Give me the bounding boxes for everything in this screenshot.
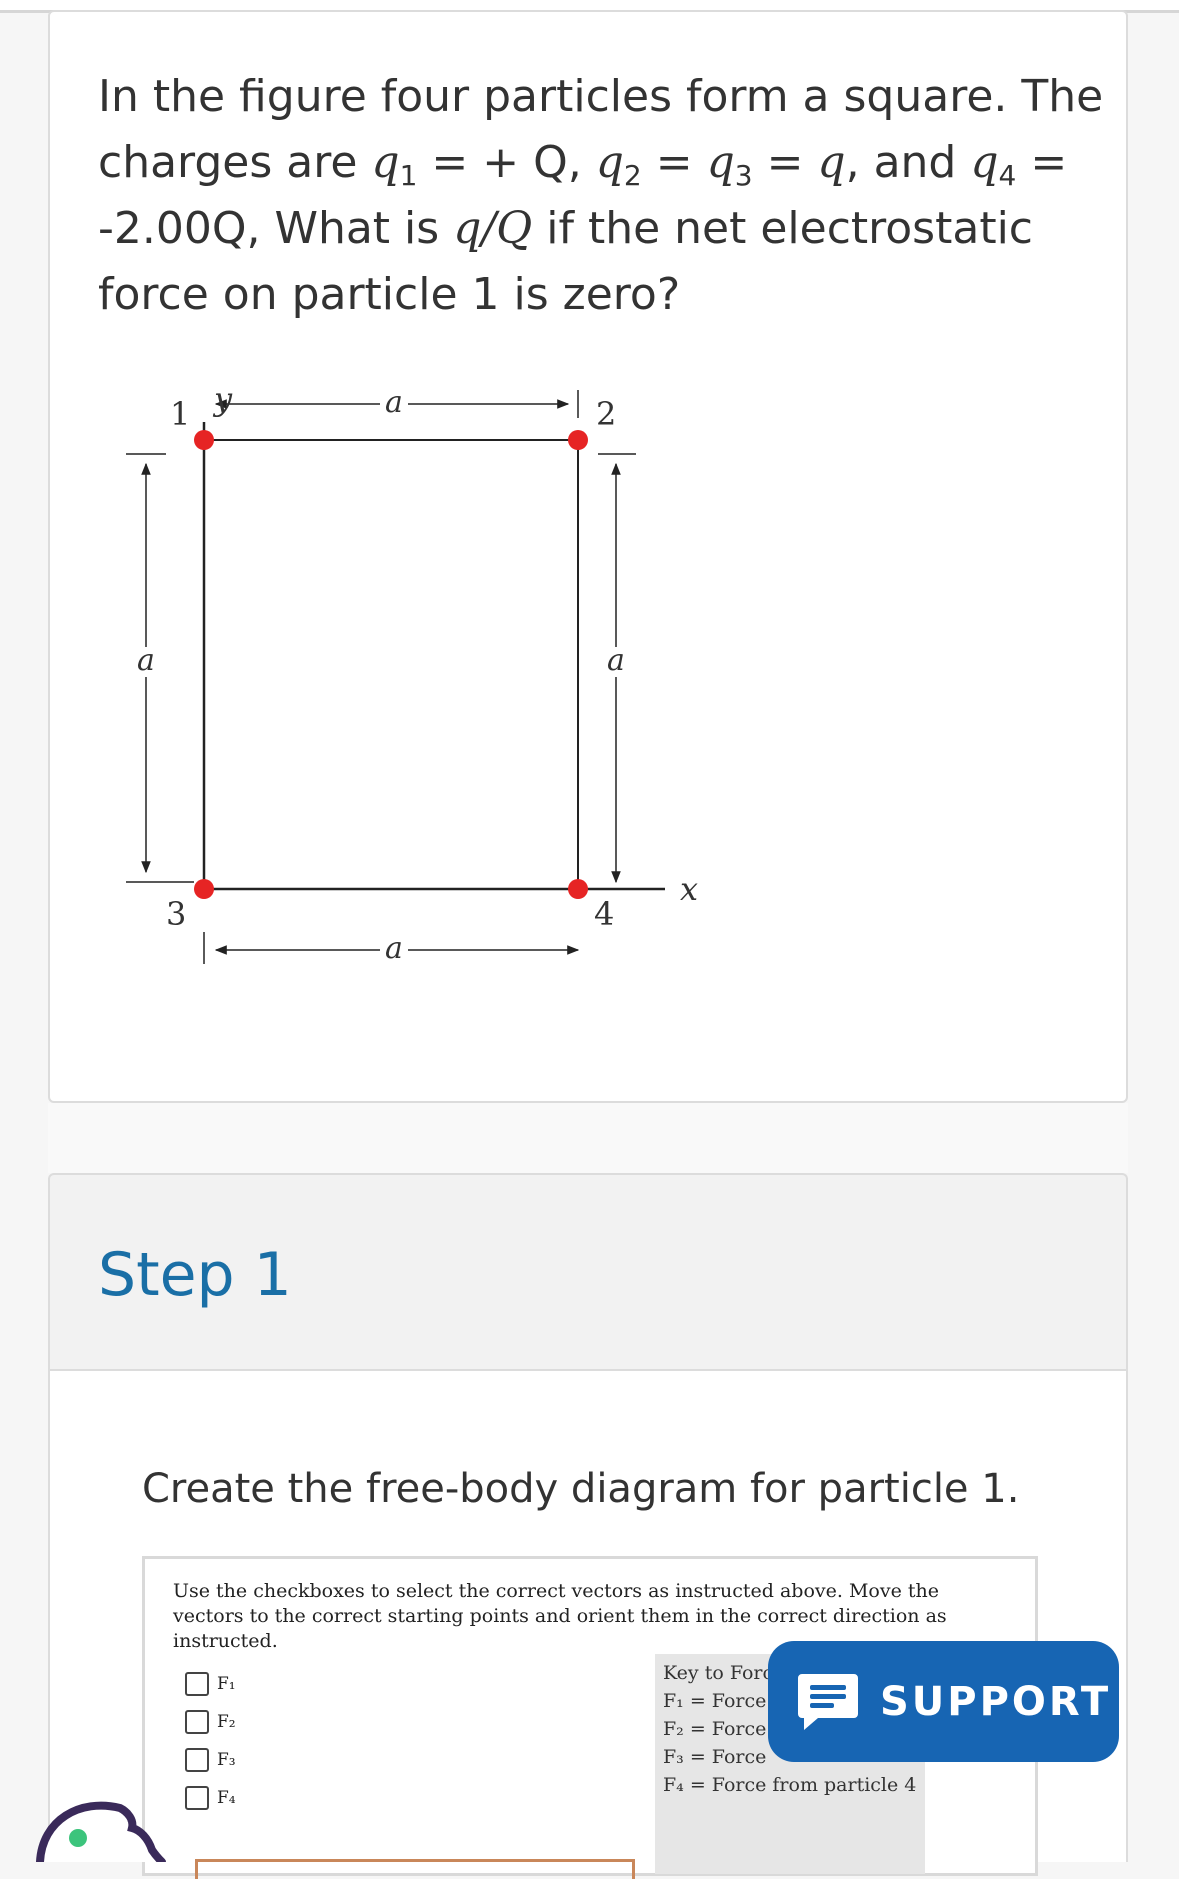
- particle-2-label: 2: [596, 395, 616, 433]
- question-text: In the figure four particles form a squa…: [98, 71, 1104, 320]
- square-charges-figure: a a a a y x 1 2 3 4: [126, 380, 698, 966]
- checkbox-f3[interactable]: [185, 1748, 209, 1772]
- checkbox-f4[interactable]: [185, 1786, 209, 1810]
- step-instruction: Create the free-body diagram for particl…: [142, 1466, 1020, 1512]
- top-side-label: a: [385, 385, 403, 420]
- question-card: In the figure four particles form a squa…: [48, 10, 1128, 1103]
- vector-canvas-edge[interactable]: [195, 1859, 635, 1879]
- chat-message-icon: [798, 1673, 858, 1730]
- step-header: Step 1: [48, 1173, 1128, 1369]
- checkbox-f4-row[interactable]: F₄: [185, 1786, 236, 1810]
- particle-4: [568, 879, 588, 899]
- particle-1-label: 1: [170, 395, 190, 433]
- particle-4-label: 4: [594, 895, 614, 933]
- step-body: Create the free-body diagram for particl…: [48, 1369, 1128, 1879]
- particle-3: [194, 879, 214, 899]
- checkbox-f3-row[interactable]: F₃: [185, 1748, 236, 1772]
- support-label: SUPPORT: [880, 1678, 1112, 1725]
- checkbox-f4-label: F₄: [217, 1788, 236, 1808]
- checkbox-f1-row[interactable]: F₁: [185, 1672, 236, 1696]
- checkbox-f3-label: F₃: [217, 1750, 236, 1770]
- force-key-item: F₃ = Force: [663, 1746, 767, 1768]
- checkbox-f2-label: F₂: [217, 1712, 236, 1732]
- particle-2: [568, 430, 588, 450]
- force-key-item: F₂ = Force: [663, 1718, 767, 1740]
- right-side-label: a: [607, 643, 625, 678]
- support-button[interactable]: SUPPORT: [768, 1641, 1119, 1762]
- checkbox-f2-row[interactable]: F₂: [185, 1710, 236, 1734]
- force-key-item: F₁ = Force: [663, 1690, 767, 1712]
- force-key-title: Key to Forc: [663, 1662, 774, 1684]
- step-title: Step 1: [98, 1240, 292, 1310]
- particle-3-label: 3: [166, 895, 186, 933]
- y-axis-label: y: [212, 380, 233, 418]
- left-side-label: a: [137, 643, 155, 678]
- bottom-side-label: a: [385, 931, 403, 966]
- x-axis-label: x: [680, 870, 698, 908]
- checkbox-f2[interactable]: [185, 1710, 209, 1734]
- force-key-item: F₄ = Force from particle 4: [663, 1774, 917, 1796]
- checkbox-f1[interactable]: [185, 1672, 209, 1696]
- particle-1: [194, 430, 214, 450]
- checkbox-f1-label: F₁: [217, 1674, 236, 1694]
- mascot-avatar[interactable]: [30, 1790, 170, 1862]
- section-gap: [48, 1103, 1128, 1173]
- online-status-dot: [69, 1829, 87, 1847]
